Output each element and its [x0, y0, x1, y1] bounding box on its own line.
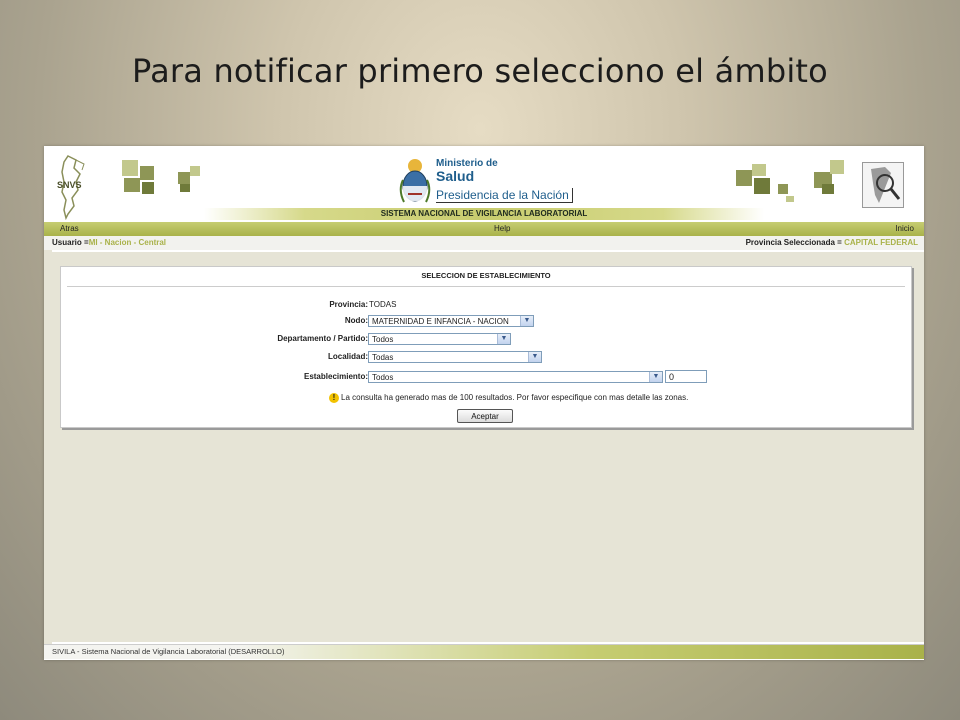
ministry-line3: Presidencia de la Nación — [436, 188, 573, 203]
warning-icon: ! — [329, 393, 339, 403]
user-value: MI - Nacion - Central — [88, 238, 167, 247]
establecimiento-row: Establecimiento: Todos ▼ 0 — [61, 370, 911, 385]
province-info: Provincia Seleccionada = CAPITAL FEDERAL — [746, 236, 918, 250]
provincia-row: Provincia: TODAS — [61, 299, 911, 313]
system-name-bar: SISTEMA NACIONAL DE VIGILANCIA LABORATOR… — [204, 208, 764, 220]
provincia-value: TODAS — [369, 300, 397, 309]
warning-message: ! La consulta ha generado mas de 100 resu… — [329, 393, 688, 403]
nav-help-link[interactable]: Help — [494, 222, 510, 236]
app-window: SNVS Ministerio de Salud Presidencia de … — [44, 146, 924, 660]
left-strip — [44, 250, 52, 644]
departamento-select-value: Todos — [372, 335, 394, 344]
accept-button[interactable]: Aceptar — [457, 409, 513, 423]
content-area: SELECCION DE ESTABLECIMIENTO Provincia: … — [52, 252, 924, 642]
province-label: Provincia Seleccionada = — [745, 238, 845, 247]
decorative-squares-right — [734, 156, 854, 204]
nodo-select-value: MATERNIDAD E INFANCIA - NACION — [372, 317, 509, 326]
ministry-line2: Salud — [436, 168, 475, 184]
establecimiento-select[interactable]: Todos ▼ — [368, 371, 663, 383]
user-info: Usuario =MI - Nacion - Central — [52, 236, 166, 250]
localidad-select-value: Todas — [372, 353, 394, 362]
establishment-selection-panel: SELECCION DE ESTABLECIMIENTO Provincia: … — [60, 266, 912, 428]
establecimiento-select-value: Todos — [372, 373, 394, 382]
coat-of-arms-icon — [399, 159, 431, 203]
departamento-row: Departamento / Partido: Todos ▼ — [61, 333, 911, 347]
localidad-row: Localidad: Todas ▼ — [61, 351, 911, 365]
footer-text: SIVILA - Sistema Nacional de Vigilancia … — [52, 647, 285, 656]
establecimiento-label: Establecimiento: — [303, 372, 368, 381]
chevron-down-icon: ▼ — [528, 352, 541, 362]
departamento-label: Departamento / Partido: — [277, 334, 368, 343]
departamento-select[interactable]: Todos ▼ — [368, 333, 511, 345]
ministry-logo: Ministerio de Salud Presidencia de la Na… — [396, 154, 576, 210]
divider — [67, 286, 905, 287]
warning-text: La consulta ha generado mas de 100 resul… — [341, 393, 689, 403]
decorative-squares-left — [120, 158, 210, 202]
nav-home-link[interactable]: Inicio — [895, 222, 914, 236]
localidad-select[interactable]: Todas ▼ — [368, 351, 542, 363]
header-banner: SNVS Ministerio de Salud Presidencia de … — [44, 146, 924, 222]
user-label: Usuario = — [52, 238, 89, 247]
nodo-select[interactable]: MATERNIDAD E INFANCIA - NACION ▼ — [368, 315, 534, 327]
chevron-down-icon: ▼ — [520, 316, 533, 326]
panel-title: SELECCION DE ESTABLECIMIENTO — [421, 271, 551, 280]
province-value: CAPITAL FEDERAL — [844, 238, 918, 247]
nodo-row: Nodo: MATERNIDAD E INFANCIA - NACION ▼ — [61, 315, 911, 329]
snvs-logo: SNVS — [57, 155, 85, 220]
footer-bar: SIVILA - Sistema Nacional de Vigilancia … — [44, 644, 924, 659]
chevron-down-icon: ▼ — [497, 334, 510, 344]
user-info-bar: Usuario =MI - Nacion - Central Provincia… — [44, 236, 924, 250]
nav-bar: Atras Help Inicio — [44, 222, 924, 236]
map-search-icon[interactable] — [862, 162, 904, 208]
nodo-label: Nodo: — [344, 316, 368, 325]
svg-text:SNVS: SNVS — [57, 180, 82, 190]
provincia-label: Provincia: — [329, 300, 368, 309]
slide-title: Para notificar primero selecciono el ámb… — [132, 52, 828, 90]
establecimiento-code-input[interactable]: 0 — [665, 370, 707, 383]
chevron-down-icon: ▼ — [649, 372, 662, 382]
localidad-label: Localidad: — [327, 352, 368, 361]
nav-back-link[interactable]: Atras — [60, 222, 79, 236]
